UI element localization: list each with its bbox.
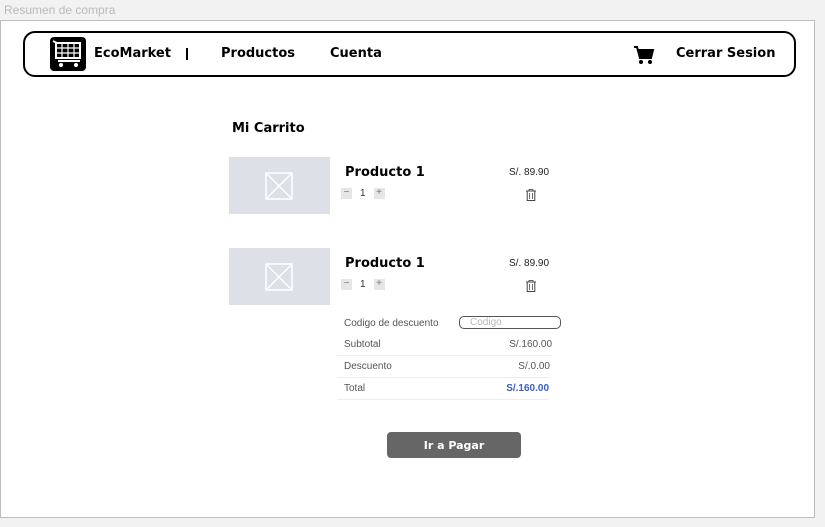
- pay-button[interactable]: Ir a Pagar: [387, 432, 521, 458]
- subtotal-value: S/.160.00: [509, 339, 552, 350]
- image-placeholder-icon: [265, 172, 293, 200]
- product-image: [229, 248, 330, 305]
- quantity-stepper: − 1 +: [341, 188, 385, 200]
- product-name: Producto 1: [345, 256, 425, 271]
- trash-icon[interactable]: [526, 188, 536, 206]
- quantity-value: 1: [360, 279, 366, 290]
- discount-label: Descuento: [344, 361, 392, 372]
- product-price: S/. 89.90: [509, 167, 550, 178]
- nav-link-productos[interactable]: Productos: [221, 33, 295, 75]
- product-name: Producto 1: [345, 165, 425, 180]
- cart-item: Producto 1 − 1 + S/. 89.90: [229, 157, 589, 217]
- nav-separator: [186, 48, 188, 60]
- product-image: [229, 157, 330, 214]
- subtotal-row: Subtotal S/.160.00: [337, 334, 552, 356]
- total-label: Total: [344, 383, 366, 394]
- nav-link-cuenta[interactable]: Cuenta: [330, 33, 382, 75]
- shopping-cart-icon[interactable]: [633, 44, 655, 66]
- logout-link[interactable]: Cerrar Sesion: [676, 33, 775, 75]
- navbar: EcoMarket Productos Cuenta Cerrar Sesion: [23, 31, 796, 77]
- brand-name: EcoMarket: [94, 46, 171, 61]
- quantity-value: 1: [360, 188, 366, 199]
- total-value: S/.160.00: [506, 383, 549, 394]
- logo-icon[interactable]: [50, 37, 86, 71]
- total-row: Total S/.160.00: [337, 378, 549, 400]
- trash-icon[interactable]: [526, 279, 536, 297]
- cart-item: Producto 1 − 1 + S/. 89.90: [229, 248, 589, 308]
- app-frame: EcoMarket Productos Cuenta Cerrar Sesion…: [0, 20, 815, 518]
- increase-button[interactable]: +: [373, 188, 385, 199]
- discount-code-input[interactable]: [459, 316, 561, 329]
- product-price: S/. 89.90: [509, 258, 550, 269]
- cart-title: Mi Carrito: [232, 121, 305, 136]
- discount-row: Descuento S/.0.00: [337, 356, 550, 378]
- image-placeholder-icon: [265, 263, 293, 291]
- quantity-stepper: − 1 +: [341, 279, 385, 291]
- decrease-button[interactable]: −: [341, 279, 352, 290]
- decrease-button[interactable]: −: [341, 188, 352, 199]
- page-label: Resumen de compra: [4, 3, 116, 17]
- subtotal-label: Subtotal: [344, 339, 381, 350]
- discount-value: S/.0.00: [518, 361, 550, 372]
- increase-button[interactable]: +: [373, 279, 385, 290]
